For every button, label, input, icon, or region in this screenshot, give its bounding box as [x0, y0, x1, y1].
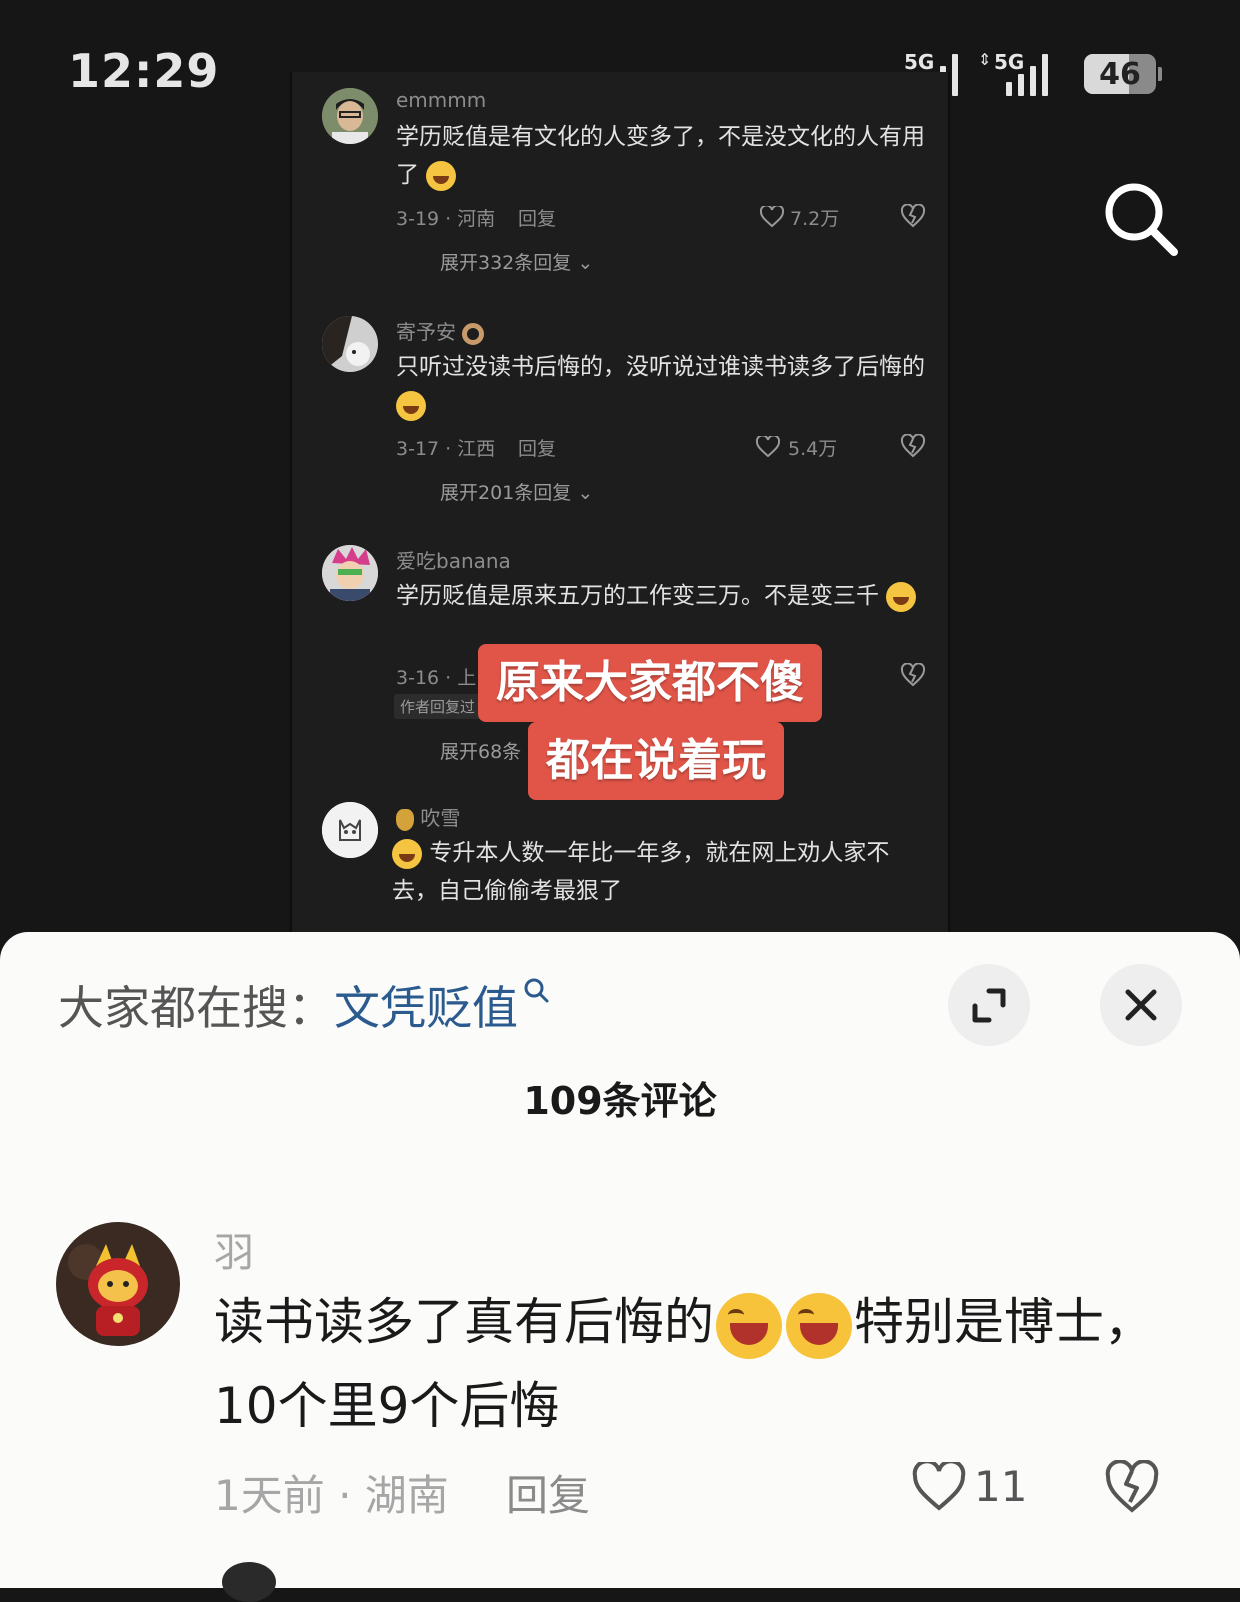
expand-replies-link[interactable]: 展开332条回复 ⌄: [440, 248, 593, 275]
hot-search-keyword[interactable]: 文凭贬值: [334, 981, 518, 1035]
like-count: 5.4万: [788, 438, 838, 460]
heart-icon[interactable]: [756, 436, 780, 458]
comment-count-title: 109条评论: [523, 1079, 717, 1123]
comment-text: 只听过没读书后悔的，没听说过谁读书读多了后悔的: [396, 348, 926, 424]
reply-link[interactable]: 回复: [518, 204, 556, 231]
comment-date-location: 3-16 · 上: [396, 667, 477, 689]
reply-link[interactable]: 回复: [506, 1462, 590, 1523]
comment-author: 爱吃banana: [396, 549, 511, 573]
comment-time-location: 1天前 · 湖南: [214, 1471, 449, 1520]
overlay-caption-line1: 原来大家都不傻: [478, 644, 822, 722]
pineapple-emoji: [396, 808, 414, 831]
comment-date-location: 3-19 · 河南: [396, 208, 496, 230]
laugh-cry-emoji: [426, 160, 457, 191]
search-icon: [524, 978, 549, 1003]
broken-heart-icon[interactable]: [900, 663, 926, 687]
hug-emoji: [392, 838, 422, 869]
embedded-comment-screenshot: emmmm 学历贬值是有文化的人变多了，不是没文化的人有用了 3-19 · 河南…: [290, 72, 950, 934]
broken-heart-icon[interactable]: [900, 434, 926, 458]
broken-heart-icon[interactable]: [900, 204, 926, 228]
comment-text: 专升本人数一年比一年多，就在网上劝人家不去，自己偷偷考最狠了: [392, 838, 890, 904]
battery-icon: 46: [1084, 54, 1162, 94]
chevron-down-icon: ⌄: [577, 252, 594, 274]
avatar: [322, 316, 378, 372]
avatar[interactable]: [222, 1562, 276, 1602]
comment-text: 读书读多了真有后悔的 特别是博士，10个里9个后悔: [214, 1292, 1154, 1435]
comment-text: 学历贬值是有文化的人变多了，不是没文化的人有用了: [396, 118, 926, 194]
comment-date-location: 3-17 · 江西: [396, 438, 496, 460]
hot-search-label: 大家都在搜：: [58, 981, 334, 1035]
comment-author: 吹雪: [396, 802, 460, 831]
expand-button[interactable]: [948, 964, 1030, 1046]
donut-emoji: [462, 322, 485, 345]
overlay-caption-line2: 都在说着玩: [528, 722, 784, 800]
comment-author: emmmm: [396, 88, 487, 112]
shocked-emoji: [396, 390, 426, 421]
clock: 12:29: [68, 44, 220, 98]
laugh-emoji: [886, 581, 917, 612]
avatar[interactable]: [56, 1222, 180, 1346]
comments-sheet: 大家都在搜：文凭贬值 109条评论 羽 读书读多了真有后悔的 特别是博士，10个里…: [0, 932, 1240, 1602]
close-icon: [1125, 989, 1157, 1021]
avatar: [322, 88, 378, 144]
expand-icon: [972, 988, 1006, 1023]
comment-author[interactable]: 羽: [214, 1220, 254, 1278]
expand-replies-link[interactable]: 展开201条回复 ⌄: [440, 478, 593, 505]
signal-5g-2-icon: ⇕ 5G: [978, 50, 1052, 96]
broken-heart-icon[interactable]: [1104, 1460, 1160, 1514]
avatar: [322, 802, 378, 858]
search-icon: [1105, 183, 1178, 256]
hot-search-bar[interactable]: 大家都在搜：文凭贬值: [58, 972, 550, 1038]
author-replied-tag: 作者回复过: [394, 694, 482, 719]
like-count: 11: [974, 1462, 1028, 1511]
avatar: [322, 545, 378, 601]
reply-link[interactable]: 回复: [518, 434, 556, 461]
heart-icon[interactable]: [912, 1462, 966, 1512]
expand-replies-link[interactable]: 展开68条: [440, 737, 521, 764]
chevron-down-icon: ⌄: [577, 482, 594, 504]
laugh-cry-emoji: [716, 1292, 782, 1359]
laugh-cry-emoji: [786, 1292, 852, 1359]
like-count: 7.2万: [790, 208, 840, 230]
comment-author: 寄予安: [396, 316, 485, 345]
comment-text: 学历贬值是原来五万的工作变三万。不是变三千: [396, 577, 926, 615]
search-button[interactable]: [1100, 178, 1182, 260]
close-button[interactable]: [1100, 964, 1182, 1046]
heart-icon[interactable]: [760, 206, 784, 228]
